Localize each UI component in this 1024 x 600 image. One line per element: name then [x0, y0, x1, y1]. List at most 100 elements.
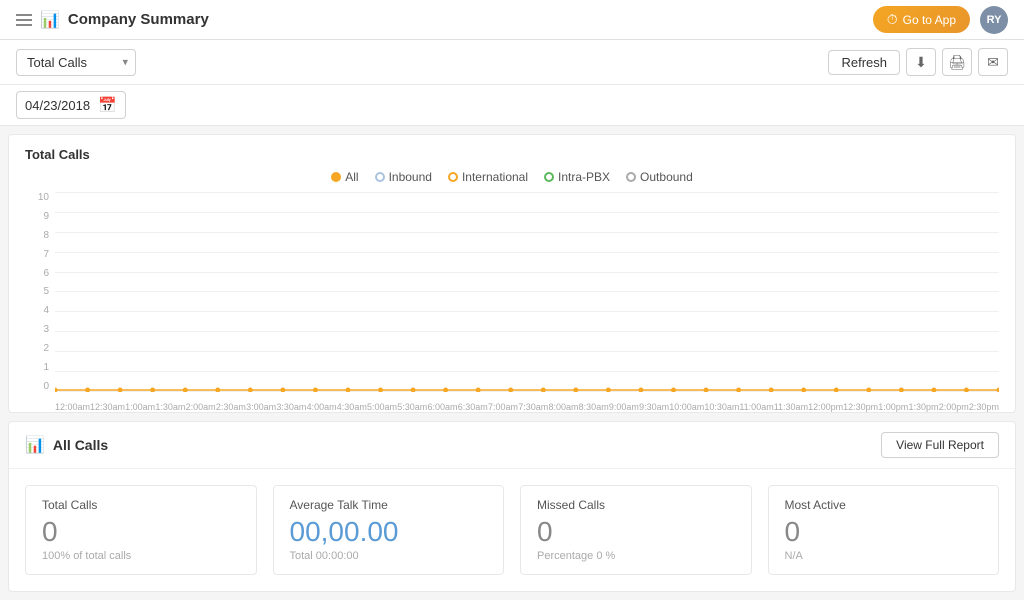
- download-button[interactable]: ⬇: [906, 48, 936, 76]
- calendar-icon[interactable]: 📅: [98, 96, 117, 114]
- x-axis-label: 3:00am: [246, 402, 276, 412]
- toolbar: Total Calls Refresh ⬇ 🖨 ✉: [0, 40, 1024, 85]
- x-axis-label: 2:00am: [186, 402, 216, 412]
- x-axis-label: 12:30am: [90, 402, 125, 412]
- legend-dot-intra_pbx: [544, 172, 554, 182]
- legend-item-all: All: [331, 170, 358, 184]
- x-axis-label: 6:30am: [458, 402, 488, 412]
- x-axis-label: 9:30am: [639, 402, 669, 412]
- chart-line-area: [55, 192, 999, 392]
- legend-item-intra_pbx: Intra-PBX: [544, 170, 610, 184]
- chart-plot: 12:00am12:30am1:00am1:30am2:00am2:30am3:…: [55, 192, 999, 412]
- stat-sub: Total 00:00:00: [290, 550, 488, 562]
- x-axis-label: 2:00pm: [939, 402, 969, 412]
- x-axis-label: 4:30am: [337, 402, 367, 412]
- toolbar-right: Refresh ⬇ 🖨 ✉: [828, 48, 1008, 76]
- chart-legend: All Inbound International Intra-PBX Outbound: [25, 170, 999, 184]
- legend-dot-outbound: [626, 172, 636, 182]
- x-axis: 12:00am12:30am1:00am1:30am2:00am2:30am3:…: [55, 392, 999, 412]
- y-axis: 109876543210: [25, 192, 55, 412]
- stats-cards: Total Calls 0 100% of total calls Averag…: [9, 469, 1015, 591]
- page-title: Company Summary: [68, 11, 209, 28]
- metric-dropdown-wrapper[interactable]: Total Calls: [16, 49, 136, 76]
- print-button[interactable]: 🖨: [942, 48, 972, 76]
- email-icon: ✉: [987, 54, 999, 71]
- x-axis-label: 1:30am: [155, 402, 185, 412]
- clock-icon: ⏱: [887, 11, 898, 28]
- chart-area: 109876543210 12:00am12:30am1:00am1:30am2…: [25, 192, 999, 412]
- x-axis-label: 2:30am: [216, 402, 246, 412]
- stat-card: Total Calls 0 100% of total calls: [25, 485, 257, 575]
- view-full-report-button[interactable]: View Full Report: [881, 432, 999, 458]
- chart-icon: 📊: [40, 10, 60, 30]
- stat-sub: Percentage 0 %: [537, 550, 735, 562]
- y-axis-label: 5: [25, 286, 49, 297]
- stat-value: 0: [42, 516, 240, 548]
- x-axis-label: 5:00am: [367, 402, 397, 412]
- header-left: 📊 Company Summary: [16, 10, 209, 30]
- legend-label-international: International: [462, 170, 528, 184]
- x-axis-label: 7:30am: [518, 402, 548, 412]
- y-axis-label: 8: [25, 230, 49, 241]
- x-axis-label: 10:30am: [704, 402, 739, 412]
- date-bar: 04/23/2018 📅: [0, 85, 1024, 126]
- y-axis-label: 3: [25, 324, 49, 335]
- y-axis-label: 2: [25, 343, 49, 354]
- stat-card: Most Active 0 N/A: [768, 485, 1000, 575]
- hamburger-icon[interactable]: [16, 14, 32, 26]
- print-icon: 🖨: [948, 54, 966, 71]
- legend-item-international: International: [448, 170, 528, 184]
- user-avatar: RY: [980, 6, 1008, 34]
- x-axis-label: 8:00am: [548, 402, 578, 412]
- y-axis-label: 9: [25, 211, 49, 222]
- stat-label: Total Calls: [42, 498, 240, 512]
- legend-label-intra_pbx: Intra-PBX: [558, 170, 610, 184]
- y-axis-label: 7: [25, 249, 49, 260]
- x-axis-label: 1:30pm: [908, 402, 938, 412]
- metric-dropdown[interactable]: Total Calls: [16, 49, 136, 76]
- bar-chart-icon: 📊: [25, 435, 45, 455]
- refresh-button[interactable]: Refresh: [828, 50, 900, 75]
- y-axis-label: 0: [25, 381, 49, 392]
- y-axis-label: 4: [25, 305, 49, 316]
- stat-label: Most Active: [785, 498, 983, 512]
- legend-label-all: All: [345, 170, 358, 184]
- y-axis-label: 6: [25, 268, 49, 279]
- header: 📊 Company Summary ⏱ Go to App RY: [0, 0, 1024, 40]
- stat-value: 0: [537, 516, 735, 548]
- x-axis-label: 10:00am: [669, 402, 704, 412]
- x-axis-label: 12:00am: [55, 402, 90, 412]
- legend-label-inbound: Inbound: [389, 170, 432, 184]
- header-right: ⏱ Go to App RY: [873, 6, 1008, 34]
- x-axis-label: 2:30pm: [969, 402, 999, 412]
- x-axis-label: 11:00am: [739, 402, 773, 412]
- stats-section: 📊 All Calls View Full Report Total Calls…: [8, 421, 1016, 592]
- x-axis-label: 5:30am: [397, 402, 427, 412]
- legend-label-outbound: Outbound: [640, 170, 693, 184]
- chart-section: Total Calls AllInboundInternationalIntra…: [8, 134, 1016, 413]
- stats-header: 📊 All Calls View Full Report: [9, 422, 1015, 469]
- legend-dot-international: [448, 172, 458, 182]
- date-value: 04/23/2018: [25, 98, 90, 113]
- legend-dot-inbound: [375, 172, 385, 182]
- legend-item-inbound: Inbound: [375, 170, 432, 184]
- toolbar-left: Total Calls: [16, 49, 136, 76]
- stat-label: Average Talk Time: [290, 498, 488, 512]
- download-icon: ⬇: [915, 54, 927, 71]
- stat-sub: 100% of total calls: [42, 550, 240, 562]
- x-axis-label: 1:00pm: [878, 402, 908, 412]
- x-axis-label: 1:00am: [125, 402, 155, 412]
- legend-dot-all: [331, 172, 341, 182]
- x-axis-label: 6:00am: [427, 402, 457, 412]
- x-axis-label: 4:00am: [306, 402, 336, 412]
- stats-section-title: All Calls: [53, 437, 108, 453]
- x-axis-label: 12:00pm: [808, 402, 843, 412]
- x-axis-label: 8:30am: [579, 402, 609, 412]
- y-axis-label: 10: [25, 192, 49, 203]
- date-input-wrapper[interactable]: 04/23/2018 📅: [16, 91, 126, 119]
- x-axis-label: 7:00am: [488, 402, 518, 412]
- y-axis-label: 1: [25, 362, 49, 373]
- x-axis-label: 9:00am: [609, 402, 639, 412]
- go-to-app-button[interactable]: ⏱ Go to App: [873, 6, 970, 33]
- email-button[interactable]: ✉: [978, 48, 1008, 76]
